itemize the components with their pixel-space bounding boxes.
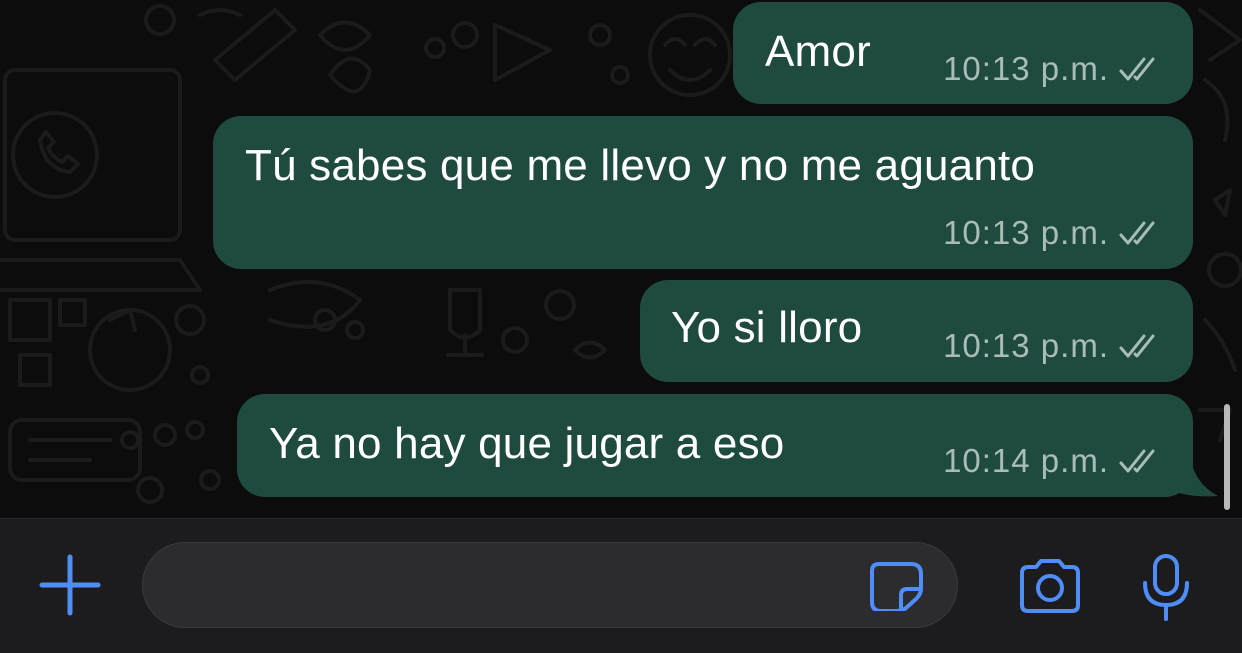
- message-input-field[interactable]: [142, 542, 958, 629]
- message-time: 10:13 p.m.: [943, 327, 1109, 364]
- message-text: Ya no hay que jugar a eso: [269, 419, 785, 468]
- message-text: Amor: [765, 27, 871, 76]
- double-check-icon: [1119, 57, 1155, 81]
- scrollbar[interactable]: [1224, 404, 1230, 510]
- sticker-icon[interactable]: [869, 561, 925, 611]
- message-meta: 10:13 p.m.: [943, 50, 1163, 88]
- message-meta: 10:13 p.m.: [943, 327, 1163, 365]
- message-meta: 10:13 p.m.: [943, 214, 1163, 252]
- double-check-icon: [1119, 449, 1155, 473]
- message-meta: 10:14 p.m.: [943, 442, 1163, 480]
- message-bubble[interactable]: Tú sabes que me llevo y no me aguanto 10…: [213, 116, 1193, 269]
- message-bubble[interactable]: Amor 10:13 p.m.: [733, 2, 1193, 104]
- message-input[interactable]: [173, 543, 857, 629]
- message-time: 10:13 p.m.: [943, 50, 1109, 87]
- chat-area: Amor 10:13 p.m. Tú sabes que me llevo y …: [0, 0, 1242, 518]
- message-text: Yo si lloro: [671, 303, 863, 352]
- message-time: 10:14 p.m.: [943, 442, 1109, 479]
- microphone-icon[interactable]: [1140, 553, 1192, 623]
- plus-icon[interactable]: [38, 553, 102, 617]
- camera-icon[interactable]: [1016, 559, 1084, 615]
- message-text: Tú sabes que me llevo y no me aguanto: [245, 141, 1036, 190]
- composer-bar: [0, 518, 1242, 653]
- message-bubble[interactable]: Ya no hay que jugar a eso 10:14 p.m.: [237, 394, 1193, 497]
- double-check-icon: [1119, 334, 1155, 358]
- double-check-icon: [1119, 221, 1155, 245]
- message-bubble[interactable]: Yo si lloro 10:13 p.m.: [640, 280, 1193, 382]
- message-time: 10:13 p.m.: [943, 214, 1109, 251]
